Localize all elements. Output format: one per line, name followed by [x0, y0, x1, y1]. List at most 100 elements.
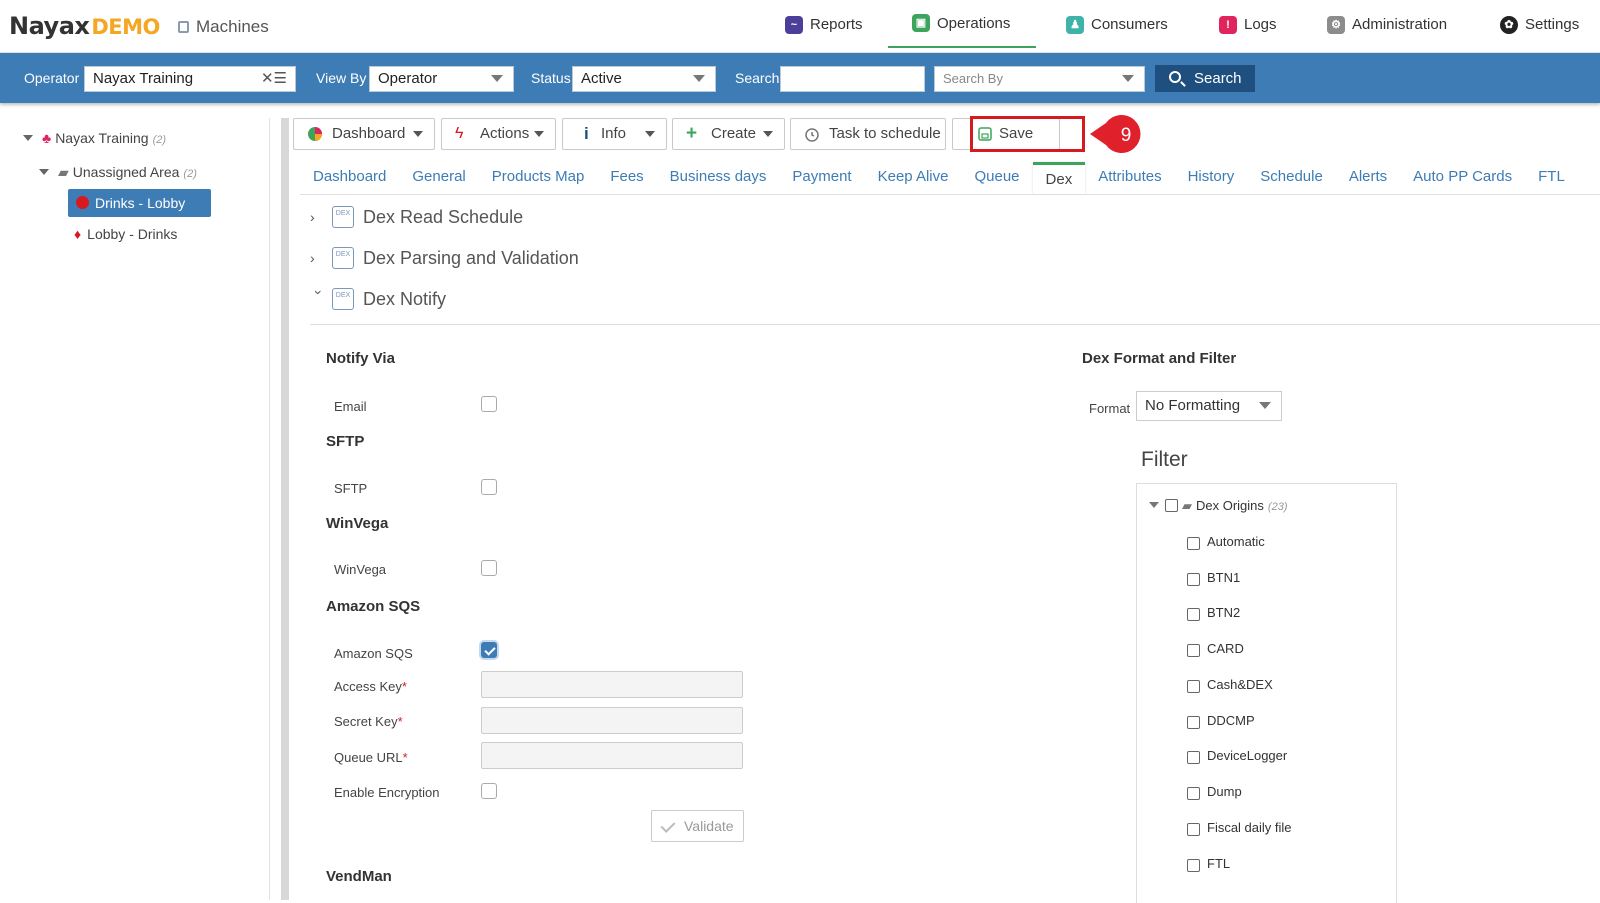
tab-divider: [300, 194, 1600, 195]
alert-icon: [76, 196, 89, 209]
tree-item-drinks-lobby[interactable]: Drinks - Lobby: [68, 189, 212, 217]
tree-item-lobby-drinks[interactable]: ♦ Lobby - Drinks: [74, 226, 177, 242]
settings-icon: ✿: [1500, 15, 1518, 34]
origin-checkbox[interactable]: [1187, 537, 1200, 550]
validate-button[interactable]: Validate: [651, 810, 744, 842]
section-dex-read-schedule[interactable]: › DEX Dex Read Schedule: [310, 206, 523, 228]
origin-checkbox[interactable]: [1187, 823, 1200, 836]
tab-fees[interactable]: Fees: [597, 162, 656, 194]
logs-icon: !: [1219, 15, 1237, 34]
section-dex-parsing[interactable]: › DEX Dex Parsing and Validation: [310, 247, 579, 269]
format-select[interactable]: No Formatting: [1136, 391, 1282, 421]
chevron-down-icon: [413, 131, 423, 137]
nav-reports[interactable]: ~ Reports: [785, 0, 863, 49]
create-button[interactable]: + Create: [672, 118, 785, 150]
sftp-heading: SFTP: [326, 433, 365, 450]
origin-fiscal-daily-file[interactable]: Fiscal daily file: [1187, 820, 1292, 836]
tab-alerts[interactable]: Alerts: [1336, 162, 1400, 194]
origin-devicelogger[interactable]: DeviceLogger: [1187, 748, 1287, 764]
alarm-clock-icon: [805, 128, 819, 142]
sftp-checkbox[interactable]: [481, 479, 497, 495]
queue-url-input[interactable]: [481, 742, 743, 769]
tab-general[interactable]: General: [399, 162, 478, 194]
origin-card[interactable]: CARD: [1187, 641, 1244, 657]
winvega-heading: WinVega: [326, 515, 389, 532]
tab-schedule[interactable]: Schedule: [1247, 162, 1336, 194]
info-button[interactable]: i Info: [562, 118, 667, 150]
task-to-schedule-button[interactable]: Task to schedule: [790, 118, 946, 150]
chevron-down-icon: [763, 131, 773, 137]
tab-history[interactable]: History: [1175, 162, 1248, 194]
access-key-input[interactable]: [481, 671, 743, 698]
origin-checkbox[interactable]: [1187, 751, 1200, 764]
actions-button[interactable]: ϟ Actions: [441, 118, 556, 150]
nav-operations[interactable]: ▣ Operations: [888, 0, 1037, 48]
tab-products-map[interactable]: Products Map: [479, 162, 598, 194]
tab-dex[interactable]: Dex: [1032, 162, 1086, 194]
origin-ddcmp[interactable]: DDCMP: [1187, 713, 1255, 729]
tab-dashboard[interactable]: Dashboard: [300, 162, 399, 194]
secret-key-input[interactable]: [481, 707, 743, 734]
dex-format-heading: Dex Format and Filter: [1082, 350, 1237, 367]
email-checkbox[interactable]: [481, 396, 497, 412]
search-by-select[interactable]: Search By: [934, 66, 1145, 92]
search-button[interactable]: Search: [1155, 65, 1255, 92]
origin-checkbox[interactable]: [1187, 859, 1200, 872]
origin-checkbox[interactable]: [1187, 680, 1200, 693]
email-label: Email: [334, 399, 367, 414]
queue-url-label: Queue URL*: [334, 750, 408, 765]
amazon-sqs-checkbox[interactable]: [481, 642, 497, 658]
collapse-icon[interactable]: [23, 135, 33, 141]
search-label: Search: [735, 70, 780, 86]
format-label: Format: [1089, 401, 1131, 416]
collapse-icon[interactable]: [39, 169, 49, 175]
dex-origins-node[interactable]: ▰ Dex Origins (23): [1149, 498, 1287, 514]
clear-list-icon[interactable]: ✕☰: [261, 67, 287, 91]
dex-origins-checkbox[interactable]: [1165, 499, 1178, 512]
machine-tree: ♣ Nayax Training (2) ▰ Unassigned Area (2) D…: [10, 118, 270, 900]
origin-checkbox[interactable]: [1187, 608, 1200, 621]
origin-cash-dex[interactable]: Cash&DEX: [1187, 677, 1273, 693]
origin-checkbox[interactable]: [1187, 787, 1200, 800]
tree-area[interactable]: ▰ Unassigned Area (2): [39, 164, 197, 181]
tab-attributes[interactable]: Attributes: [1085, 162, 1174, 194]
amazon-sqs-heading: Amazon SQS: [326, 598, 421, 615]
origin-btn1[interactable]: BTN1: [1187, 570, 1240, 586]
origin-ftl[interactable]: FTL: [1187, 856, 1230, 872]
origin-checkbox[interactable]: [1187, 716, 1200, 729]
nav-settings[interactable]: ✿ Settings: [1500, 0, 1579, 49]
viewby-select[interactable]: Operator: [369, 66, 514, 92]
viewby-label: View By: [316, 70, 367, 86]
nav-administration[interactable]: ⚙ Administration: [1327, 0, 1447, 49]
pie-chart-icon: [308, 127, 322, 141]
tab-keep-alive[interactable]: Keep Alive: [865, 162, 962, 194]
origin-checkbox[interactable]: [1187, 573, 1200, 586]
tree-root[interactable]: ♣ Nayax Training (2): [23, 130, 166, 146]
enable-encryption-checkbox[interactable]: [481, 783, 497, 799]
tab-business-days[interactable]: Business days: [657, 162, 780, 194]
pane-splitter[interactable]: [281, 118, 289, 900]
save-highlight-box: [970, 116, 1085, 152]
section-dex-notify[interactable]: › DEX Dex Notify: [310, 288, 446, 310]
origin-checkbox[interactable]: [1187, 644, 1200, 657]
dex-schedule-icon: DEX: [332, 206, 354, 228]
origin-btn2[interactable]: BTN2: [1187, 605, 1240, 621]
origin-automatic[interactable]: Automatic: [1187, 534, 1265, 550]
winvega-checkbox[interactable]: [481, 560, 497, 576]
status-select[interactable]: Active: [572, 66, 716, 92]
search-input[interactable]: [780, 66, 925, 92]
nav-logs[interactable]: ! Logs: [1219, 0, 1277, 49]
tab-payment[interactable]: Payment: [779, 162, 864, 194]
enable-encryption-label: Enable Encryption: [334, 785, 440, 800]
tab-queue[interactable]: Queue: [961, 162, 1032, 194]
tab-ftl[interactable]: FTL: [1525, 162, 1578, 194]
operator-input[interactable]: Nayax Training ✕☰: [84, 66, 296, 92]
tab-auto-pp-cards[interactable]: Auto PP Cards: [1400, 162, 1525, 194]
nav-consumers[interactable]: ♟ Consumers: [1066, 0, 1168, 49]
nayax-logo[interactable]: NayaxDEMO: [9, 12, 160, 40]
dex-magnifier-icon: DEX: [332, 247, 354, 269]
collapse-icon[interactable]: [1149, 502, 1159, 508]
origin-dump[interactable]: Dump: [1187, 784, 1242, 800]
amazon-sqs-label: Amazon SQS: [334, 646, 413, 661]
dashboard-button[interactable]: Dashboard: [293, 118, 435, 150]
